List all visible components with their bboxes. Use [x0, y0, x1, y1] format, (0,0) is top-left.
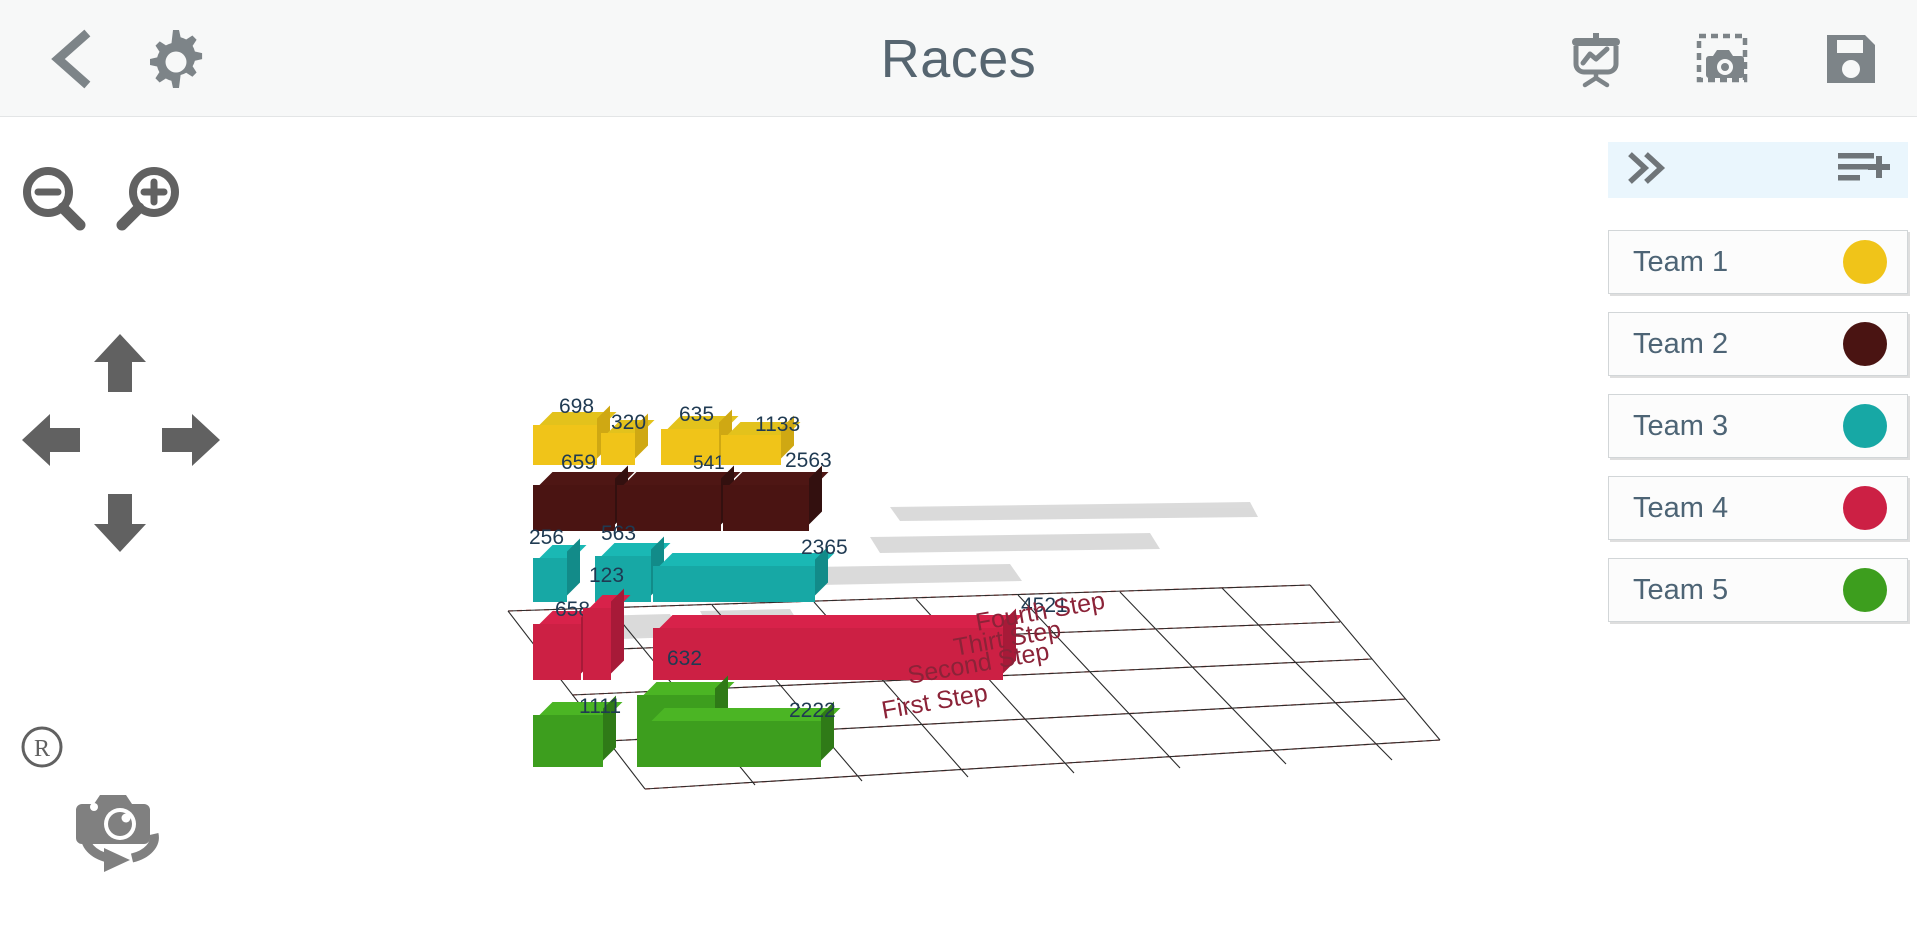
legend-item-team-2[interactable]: Team 2: [1608, 312, 1908, 376]
zoom-in-icon[interactable]: [112, 162, 186, 236]
bar-face-front: [533, 715, 603, 767]
legend-color-swatch[interactable]: [1843, 404, 1887, 448]
bar-value-label: 632: [667, 647, 703, 670]
zoom-out-icon[interactable]: [16, 162, 90, 236]
bar-value-label: 2563: [785, 449, 832, 472]
chart-canvas[interactable]: 698 320 635 1133 659 541 2563 256 563 23…: [250, 117, 1600, 931]
bar-face-front: [533, 624, 581, 680]
legend-item-team-5[interactable]: Team 5: [1608, 558, 1908, 622]
bar-face-front: [601, 433, 635, 465]
chevron-double-right-icon[interactable]: [1626, 151, 1672, 190]
legend-color-swatch[interactable]: [1843, 486, 1887, 530]
legend-color-swatch[interactable]: [1843, 568, 1887, 612]
bar-face-front: [721, 435, 781, 465]
bar-value-label: 2365: [801, 536, 848, 559]
legend-item-label: Team 5: [1633, 573, 1729, 606]
bar-segment[interactable]: 123: [583, 564, 631, 680]
arrow-down-icon[interactable]: [92, 492, 148, 554]
bar-segment[interactable]: 256: [529, 526, 587, 602]
app-root: Races R 698 320 635 1133 659 541 2563 25…: [0, 0, 1917, 931]
legend-item-label: Team 2: [1633, 327, 1729, 360]
bar-face-front: [645, 721, 821, 767]
screenshot-camera-icon[interactable]: [1695, 30, 1753, 88]
bar-segment[interactable]: 1111: [533, 695, 623, 767]
bar-value-label: 320: [611, 411, 647, 434]
bar-value-label: 698: [559, 395, 595, 418]
legend-item-team-3[interactable]: Team 3: [1608, 394, 1908, 458]
pan-controls: [20, 332, 220, 567]
arrow-right-icon[interactable]: [160, 412, 222, 468]
registered-trademark-icon: R: [20, 725, 64, 769]
legend-item-label: Team 1: [1633, 245, 1729, 278]
legend-item-label: Team 3: [1633, 409, 1729, 442]
save-floppy-icon[interactable]: [1823, 31, 1879, 87]
bar-face-front: [653, 566, 815, 602]
bar-value-label: 1133: [755, 413, 801, 436]
bar-face-top: [659, 615, 1023, 628]
legend-color-swatch[interactable]: [1843, 240, 1887, 284]
legend-panel-header: [1608, 142, 1908, 198]
legend-item-label: Team 4: [1633, 491, 1729, 524]
bar-value-label: 256: [529, 526, 565, 549]
bar-segment[interactable]: 2222: [645, 699, 841, 767]
legend-items-list: Team 1 Team 2 Team 3 Team 4 Team 5: [1608, 230, 1908, 640]
arrow-up-icon[interactable]: [92, 332, 148, 394]
bar-face-front: [723, 485, 809, 531]
legend-color-swatch[interactable]: [1843, 322, 1887, 366]
legend-panel: Team 1 Team 2 Team 3 Team 4 Team 5: [1600, 117, 1917, 931]
bar-segment[interactable]: 2365: [653, 536, 848, 602]
bar-value-label: 2222: [789, 699, 836, 722]
add-to-list-icon[interactable]: [1838, 149, 1890, 192]
viewport-toolbar: R: [0, 117, 250, 931]
camera-rotate-icon[interactable]: [60, 782, 168, 874]
bar-segment[interactable]: 2563: [723, 449, 832, 531]
legend-item-team-4[interactable]: Team 4: [1608, 476, 1908, 540]
bar-face-front: [533, 558, 567, 602]
arrow-left-icon[interactable]: [20, 412, 82, 468]
bar-value-label: 123: [589, 564, 625, 587]
bar-face-front: [583, 608, 611, 680]
bar-value-label: 541: [693, 453, 725, 474]
zoom-controls: [16, 162, 186, 236]
chart-floor-grid: [507, 502, 1441, 790]
bar-value-label: 659: [561, 451, 597, 474]
presentation-chart-icon[interactable]: [1567, 30, 1625, 88]
svg-text:R: R: [34, 736, 50, 762]
bar-value-label: 1111: [579, 695, 622, 718]
bar-segment[interactable]: 1133: [721, 413, 801, 465]
bar-segment[interactable]: 320: [601, 411, 655, 465]
app-header: Races: [0, 0, 1917, 117]
bar-segment[interactable]: 658: [533, 598, 601, 680]
bar-face-side: [611, 588, 624, 674]
bar-value-label: 563: [601, 522, 637, 545]
header-right-actions: [1567, 0, 1879, 117]
legend-item-team-1[interactable]: Team 1: [1608, 230, 1908, 294]
bar-value-label: 635: [679, 403, 715, 426]
